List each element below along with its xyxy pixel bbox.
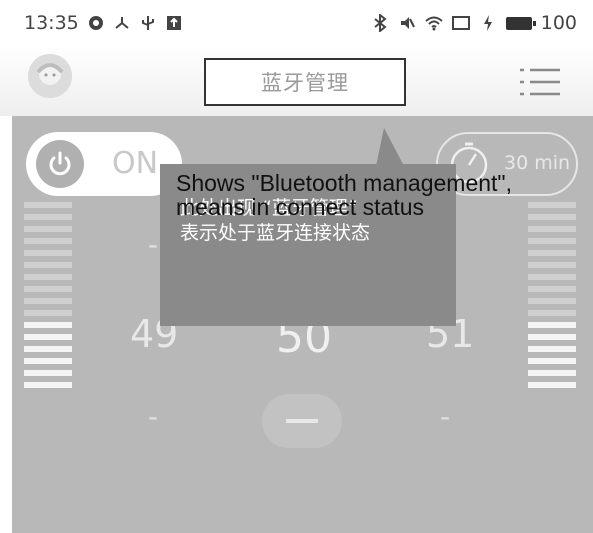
level-bar <box>24 346 72 352</box>
power-toggle[interactable]: ON <box>26 132 182 196</box>
level-bar <box>528 358 576 364</box>
mute-icon <box>398 14 416 32</box>
level-bar <box>24 370 72 376</box>
bluetooth-management-title: 蓝牙管理 <box>204 58 406 106</box>
marker-bottom-left: - <box>148 400 159 433</box>
level-bar <box>24 334 72 340</box>
level-bar <box>528 322 576 328</box>
level-bar <box>528 238 576 244</box>
level-bar <box>24 310 72 316</box>
level-bar <box>528 262 576 268</box>
level-bar <box>528 250 576 256</box>
sync-icon <box>87 14 105 32</box>
level-bar <box>528 382 576 388</box>
level-bar <box>24 226 72 232</box>
battery-icon <box>505 16 536 30</box>
status-right: 100 <box>371 12 577 34</box>
marker-bottom-right: - <box>440 400 451 433</box>
avatar-icon[interactable] <box>28 54 72 98</box>
status-left: 13:35 <box>24 12 183 34</box>
level-bar <box>24 322 72 328</box>
marker-top: - <box>148 228 159 261</box>
app-header: 蓝牙管理 <box>0 46 593 116</box>
wifi-icon <box>425 14 443 32</box>
fan-icon <box>113 14 131 32</box>
level-bar <box>24 382 72 388</box>
level-bar <box>24 262 72 268</box>
status-time: 13:35 <box>24 12 79 34</box>
level-bar <box>528 346 576 352</box>
level-bar <box>528 298 576 304</box>
level-bar <box>528 286 576 292</box>
level-bar <box>24 250 72 256</box>
level-bar <box>24 286 72 292</box>
minus-icon <box>286 419 318 423</box>
level-bar <box>24 214 72 220</box>
level-bar <box>528 226 576 232</box>
level-bar <box>528 334 576 340</box>
power-icon <box>36 140 84 188</box>
status-bar: 13:35 100 <box>0 0 593 46</box>
level-bar <box>528 274 576 280</box>
level-bar <box>24 202 72 208</box>
level-bars-left <box>24 202 72 394</box>
decrease-button[interactable] <box>262 394 342 448</box>
bluetooth-icon <box>371 14 389 32</box>
level-bar <box>24 298 72 304</box>
level-bar <box>528 370 576 376</box>
level-bar <box>24 238 72 244</box>
power-label: ON <box>112 146 159 181</box>
screen-icon <box>451 14 470 32</box>
battery-level: 100 <box>540 12 577 34</box>
timer-label: 30 min <box>504 152 571 174</box>
callout-english-text: Shows "Bluetooth management", means in c… <box>176 160 512 230</box>
menu-icon[interactable] <box>518 64 562 100</box>
usb-icon <box>139 14 157 32</box>
level-bar <box>528 214 576 220</box>
level-bar <box>528 202 576 208</box>
level-bar <box>24 274 72 280</box>
level-bars-right <box>528 202 576 394</box>
level-bar <box>24 358 72 364</box>
level-bar <box>528 310 576 316</box>
upload-icon <box>165 14 183 32</box>
charging-icon <box>479 14 497 32</box>
